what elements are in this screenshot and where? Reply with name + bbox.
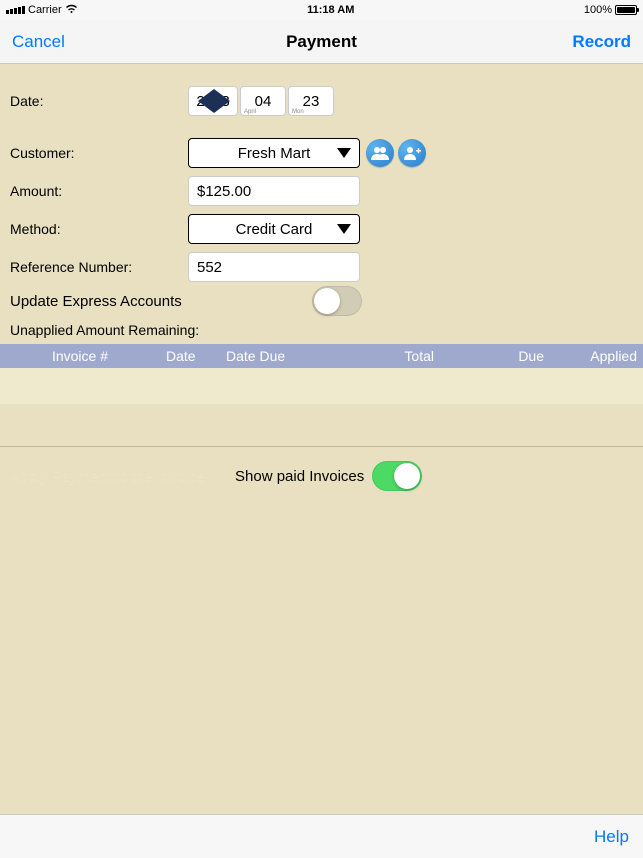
date-month-name: April <box>244 109 256 115</box>
customer-label: Customer: <box>8 139 188 167</box>
th-date-due: Date Due <box>220 348 320 364</box>
th-total: Total <box>320 348 440 364</box>
dropdown-caret-icon <box>333 215 355 243</box>
th-date: Date <box>160 348 220 364</box>
th-invoice: Invoice # <box>0 348 160 364</box>
th-applied: Applied <box>550 348 643 364</box>
amount-input[interactable] <box>188 176 360 206</box>
date-picker[interactable]: 2018 04 April 23 Mon <box>188 86 334 116</box>
apply-payment-link[interactable]: Apply Payment to the Invoice <box>10 468 235 485</box>
show-paid-label: Show paid Invoices <box>235 468 364 485</box>
carrier-label: Carrier <box>28 4 62 16</box>
payment-form: Date: 2018 04 April 23 Mon <box>0 64 643 342</box>
page-title: Payment <box>92 32 551 52</box>
date-day-value: 23 <box>303 93 320 110</box>
signal-icon <box>6 6 25 14</box>
date-day-segment[interactable]: 23 Mon <box>288 86 334 116</box>
status-bar: Carrier 11:18 AM 100% <box>0 0 643 20</box>
show-paid-toggle[interactable] <box>372 461 422 491</box>
add-contact-icon[interactable] <box>398 139 426 167</box>
record-button[interactable]: Record <box>572 32 631 51</box>
date-year-segment[interactable]: 2018 <box>188 86 238 116</box>
method-select[interactable]: Credit Card <box>188 214 360 244</box>
nav-bar: Cancel Payment Record <box>0 20 643 64</box>
contacts-icon[interactable] <box>366 139 394 167</box>
date-day-name: Mon <box>292 109 304 115</box>
unapplied-label: Unapplied Amount Remaining: <box>8 320 635 342</box>
date-label: Date: <box>8 87 188 115</box>
th-due: Due <box>440 348 550 364</box>
help-button[interactable]: Help <box>594 827 629 847</box>
amount-label: Amount: <box>8 177 188 205</box>
method-label: Method: <box>8 215 188 243</box>
status-time: 11:18 AM <box>78 4 584 16</box>
reference-label: Reference Number: <box>8 253 188 281</box>
reference-input[interactable] <box>188 252 360 282</box>
dropdown-caret-icon <box>333 139 355 167</box>
battery-pct: 100% <box>584 4 612 16</box>
table-row[interactable] <box>0 368 643 404</box>
customer-value: Fresh Mart <box>238 145 311 162</box>
method-value: Credit Card <box>236 221 313 238</box>
cancel-button[interactable]: Cancel <box>12 32 65 51</box>
invoice-table: Invoice # Date Date Due Total Due Applie… <box>0 344 643 447</box>
below-table-controls: Apply Payment to the Invoice Show paid I… <box>0 447 643 505</box>
express-label: Update Express Accounts <box>8 287 312 316</box>
table-row[interactable] <box>0 404 643 440</box>
wifi-icon <box>65 4 78 17</box>
table-header: Invoice # Date Date Due Total Due Applie… <box>0 344 643 368</box>
customer-select[interactable]: Fresh Mart <box>188 138 360 168</box>
express-toggle[interactable] <box>312 286 362 316</box>
date-year-value: 2018 <box>196 93 229 110</box>
bottom-bar: Help <box>0 814 643 858</box>
date-month-segment[interactable]: 04 April <box>240 86 286 116</box>
date-month-value: 04 <box>255 93 272 110</box>
battery-icon <box>615 5 637 15</box>
